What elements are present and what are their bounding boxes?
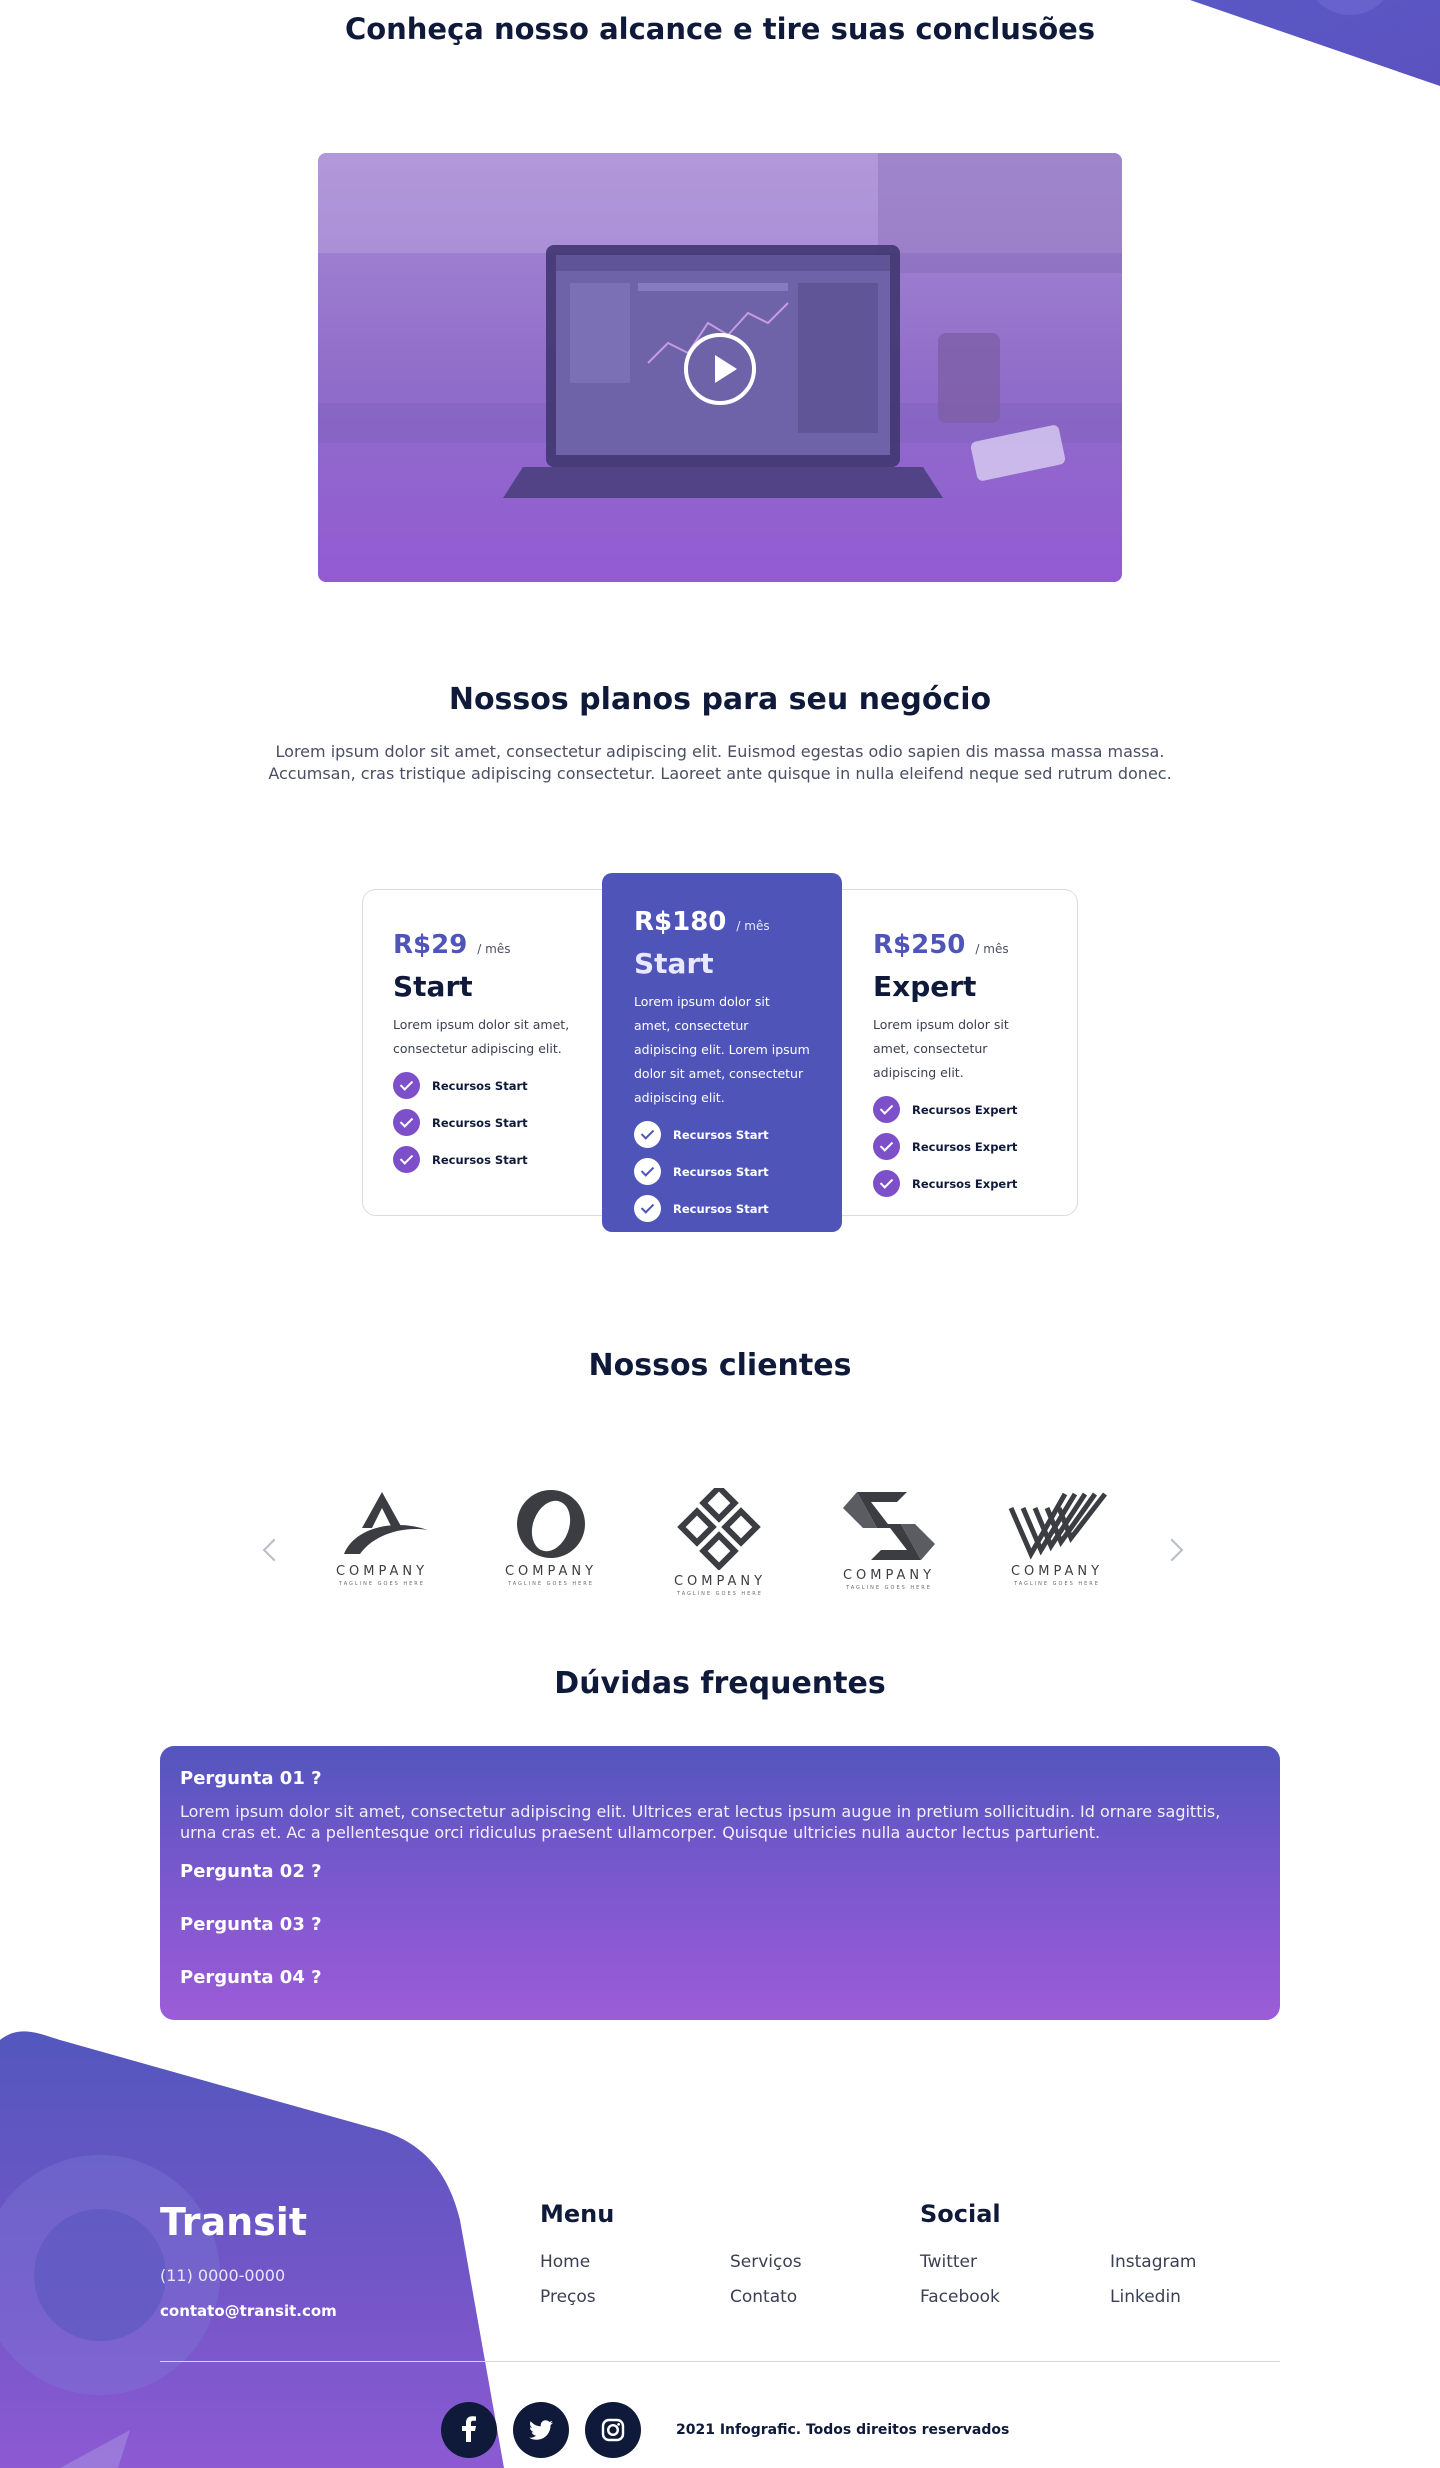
- plan-description: Lorem ipsum dolor sit amet, consectetur …: [873, 1017, 1009, 1080]
- check-icon: [393, 1072, 420, 1099]
- faq-accordion: Pergunta 01 ? Lorem ipsum dolor sit amet…: [160, 1746, 1280, 2020]
- faq-question-2[interactable]: Pergunta 02 ?: [180, 1861, 1260, 1882]
- chevron-logo-icon: [843, 1492, 935, 1560]
- plan-description: Lorem ipsum dolor sit amet, consectetur …: [634, 994, 810, 1105]
- instagram-icon[interactable]: [585, 2402, 641, 2458]
- footer-link-twitter[interactable]: Twitter: [920, 2252, 977, 2272]
- plan-name: Start: [393, 970, 473, 1003]
- plan-feature: Recursos Start: [393, 1104, 587, 1141]
- footer-brand[interactable]: Transit: [160, 2200, 307, 2244]
- footer-social-title: Social: [920, 2200, 1001, 2228]
- faq-question-4[interactable]: Pergunta 04 ?: [180, 1967, 1260, 1988]
- plan-features: Recursos Start Recursos Start Recursos S…: [634, 1116, 810, 1227]
- stripes-logo-icon: [1008, 1492, 1107, 1560]
- video-player[interactable]: [318, 153, 1122, 582]
- plan-period: / mês: [477, 942, 511, 956]
- footer-link-facebook[interactable]: Facebook: [920, 2287, 1000, 2307]
- carousel-prev-button[interactable]: [258, 1534, 282, 1564]
- plan-name: Start: [634, 947, 714, 980]
- clients-title: Nossos clientes: [588, 1348, 852, 1383]
- footer-link-instagram[interactable]: Instagram: [1110, 2252, 1197, 2272]
- plan-card-featured[interactable]: R$180 / mês Start Lorem ipsum dolor sit …: [602, 873, 842, 1232]
- faq-question-1[interactable]: Pergunta 01 ?: [180, 1768, 1260, 1789]
- footer-link-home[interactable]: Home: [540, 2252, 590, 2272]
- footer-link-contato[interactable]: Contato: [730, 2287, 797, 2307]
- footer-phone: (11) 0000-0000: [160, 2266, 286, 2285]
- footer-link-servicos[interactable]: Serviços: [730, 2252, 802, 2272]
- plan-feature: Recursos Start: [634, 1116, 810, 1153]
- footer-link-precos[interactable]: Preços: [540, 2287, 596, 2307]
- diamond-logo-icon: [677, 1488, 761, 1570]
- plan-card-start[interactable]: R$29 / mês Start Lorem ipsum dolor sit a…: [362, 889, 618, 1216]
- copyright-text: 2021 Infografic. Todos direitos reservad…: [676, 2422, 1010, 2438]
- ring-logo-icon: [517, 1490, 585, 1558]
- plan-price: R$29: [393, 930, 468, 960]
- plan-period: / mês: [736, 919, 770, 933]
- plan-period: / mês: [975, 942, 1009, 956]
- faq-title: Dúvidas frequentes: [554, 1666, 886, 1701]
- facebook-icon[interactable]: [441, 2402, 497, 2458]
- check-icon: [873, 1096, 900, 1123]
- client-logo: COMPANY TAGLINE GOES HERE: [834, 1488, 944, 1608]
- check-icon: [634, 1195, 661, 1222]
- footer-link-linkedin[interactable]: Linkedin: [1110, 2287, 1181, 2307]
- client-logo: COMPANY TAGLINE GOES HERE: [1002, 1488, 1112, 1608]
- plan-name: Expert: [873, 970, 977, 1003]
- check-icon: [393, 1109, 420, 1136]
- check-icon: [634, 1158, 661, 1185]
- plan-feature: Recursos Expert: [873, 1091, 1047, 1128]
- plan-description: Lorem ipsum dolor sit amet, consectetur …: [393, 1017, 570, 1056]
- client-logo: COMPANY TAGLINE GOES HERE: [496, 1488, 606, 1608]
- footer-email[interactable]: contato@transit.com: [160, 2302, 337, 2320]
- check-icon: [873, 1133, 900, 1160]
- plans-description: Lorem ipsum dolor sit amet, consectetur …: [268, 742, 1172, 783]
- carousel-next-button[interactable]: [1164, 1534, 1188, 1564]
- plan-feature: Recursos Start: [634, 1153, 810, 1190]
- client-logo: COMPANY TAGLINE GOES HERE: [327, 1488, 437, 1608]
- plan-price: R$180: [634, 907, 727, 937]
- reach-title: Conheça nosso alcance e tire suas conclu…: [344, 12, 1096, 46]
- plan-feature: Recursos Start: [393, 1067, 587, 1104]
- plan-price: R$250: [873, 930, 966, 960]
- client-logo: COMPANY TAGLINE GOES HERE: [665, 1488, 775, 1608]
- plan-card-expert[interactable]: R$250 / mês Expert Lorem ipsum dolor sit…: [826, 889, 1078, 1216]
- plan-feature: Recursos Expert: [873, 1165, 1047, 1202]
- twitter-icon[interactable]: [513, 2402, 569, 2458]
- faq-question-3[interactable]: Pergunta 03 ?: [180, 1914, 1260, 1935]
- plan-features: Recursos Start Recursos Start Recursos S…: [393, 1067, 587, 1178]
- plan-features: Recursos Expert Recursos Expert Recursos…: [873, 1091, 1047, 1202]
- check-icon: [873, 1170, 900, 1197]
- footer-menu-title: Menu: [540, 2200, 615, 2228]
- check-icon: [393, 1146, 420, 1173]
- faq-answer-1: Lorem ipsum dolor sit amet, consectetur …: [180, 1802, 1221, 1842]
- plan-feature: Recursos Expert: [873, 1128, 1047, 1165]
- plan-feature: Recursos Start: [634, 1190, 810, 1227]
- check-icon: [634, 1121, 661, 1148]
- footer-divider: [160, 2361, 1280, 2362]
- triangle-logo-icon: [344, 1492, 428, 1554]
- plan-feature: Recursos Start: [393, 1141, 587, 1178]
- play-icon[interactable]: [684, 333, 756, 405]
- plans-title: Nossos planos para seu negócio: [448, 682, 992, 717]
